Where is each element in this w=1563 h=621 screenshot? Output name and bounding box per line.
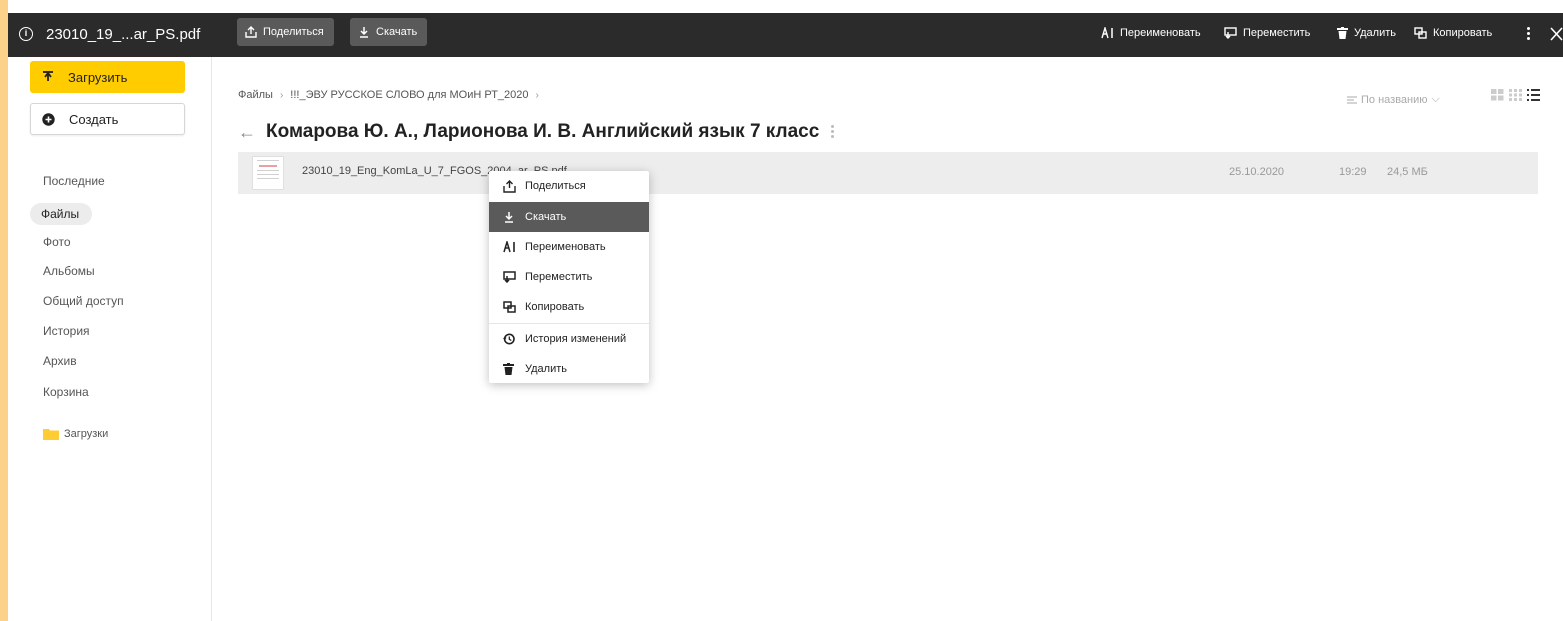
rename-icon (1101, 27, 1114, 39)
ctx-copy-label: Копировать (525, 301, 585, 313)
file-thumbnail (252, 156, 284, 190)
file-size: 24,5 МБ (1387, 166, 1428, 178)
copy-label: Копировать (1433, 27, 1493, 39)
upload-button[interactable]: Загрузить (30, 61, 185, 93)
ctx-download-label: Скачать (525, 211, 567, 223)
file-time: 19:29 (1339, 166, 1367, 178)
trash-icon (503, 363, 519, 375)
move-icon (503, 271, 519, 283)
view-switcher (1486, 89, 1540, 101)
ctx-share[interactable]: Поделиться (489, 171, 649, 201)
app-window: i 23010_19_...ar_PS.pdf Поделиться Скача… (8, 0, 1563, 621)
sidebar-item-archive[interactable]: Архив (30, 350, 91, 372)
move-button[interactable]: Переместить (1224, 27, 1310, 39)
more-icon[interactable] (1525, 25, 1531, 43)
plus-circle-icon (42, 112, 55, 126)
ctx-move[interactable]: Переместить (489, 262, 649, 292)
title-row: ← Комарова Ю. А., Ларионова И. В. Англий… (238, 121, 835, 143)
copy-icon (503, 301, 519, 313)
folder-menu-icon[interactable] (831, 124, 835, 140)
file-date: 25.10.2020 (1229, 166, 1285, 178)
delete-button[interactable]: Удалить (1337, 27, 1396, 39)
move-label: Переместить (1243, 27, 1311, 39)
sidebar-folder-downloads[interactable]: Загрузки (43, 428, 108, 440)
file-title: 23010_19_...ar_PS.pdf (46, 26, 201, 43)
close-icon[interactable] (1548, 24, 1563, 44)
download-icon (360, 27, 368, 38)
sidebar-item-albums[interactable]: Альбомы (30, 260, 109, 282)
delete-label: Удалить (1354, 27, 1396, 39)
download-button[interactable]: Скачать (350, 18, 428, 46)
copy-button[interactable]: Копировать (1414, 27, 1492, 39)
move-icon (1224, 27, 1237, 39)
ctx-delete-label: Удалить (525, 363, 567, 375)
share-button[interactable]: Поделиться (237, 18, 334, 46)
rename-icon (503, 241, 519, 253)
breadcrumb-item-folder[interactable]: !!!_ЭВУ РУССКОЕ СЛОВО для МОиН РТ_2020 (290, 89, 528, 101)
rename-button[interactable]: Переименовать (1101, 27, 1201, 39)
rename-label: Переименовать (1120, 27, 1201, 39)
sort-label: По названию (1361, 93, 1428, 106)
back-arrow-icon[interactable]: ← (238, 122, 256, 142)
sidebar-item-recent[interactable]: Последние (30, 170, 119, 192)
ctx-rename-label: Переименовать (525, 241, 606, 253)
breadcrumb: Файлы › !!!_ЭВУ РУССКОЕ СЛОВО для МОиН Р… (238, 89, 546, 101)
create-button[interactable]: Создать (30, 103, 185, 135)
sidebar-item-shared[interactable]: Общий доступ (30, 290, 138, 312)
small-tiles-icon[interactable] (1509, 89, 1522, 101)
sidebar-item-trash[interactable]: Корзина (30, 381, 103, 403)
copy-icon (1414, 27, 1427, 39)
folder-label: Загрузки (64, 428, 109, 440)
ctx-share-label: Поделиться (525, 180, 586, 192)
share-button-label: Поделиться (263, 26, 324, 38)
ctx-download[interactable]: Скачать (489, 202, 649, 232)
sidebar-item-photos[interactable]: Фото (30, 231, 85, 253)
ctx-history[interactable]: История изменений (489, 324, 649, 354)
sort-dropdown[interactable]: По названию ⌵ (1347, 93, 1440, 106)
ctx-history-label: История изменений (525, 333, 627, 345)
ctx-rename[interactable]: Переименовать (489, 232, 649, 262)
context-menu: Поделиться Скачать Переименовать Перемес… (489, 171, 649, 383)
chevron-right-icon: › (535, 89, 539, 101)
list-view-icon[interactable] (1527, 89, 1540, 101)
share-icon (503, 179, 519, 193)
upload-button-label: Загрузить (68, 69, 128, 85)
share-icon (245, 26, 257, 38)
chevron-right-icon: › (279, 89, 284, 101)
chevron-down-icon: ⌵ (1431, 93, 1440, 105)
upload-icon (43, 71, 53, 81)
info-icon[interactable]: i (19, 27, 33, 41)
file-row[interactable]: 23010_19_Eng_KomLa_U_7_FGOS_2004_ar_PS.p… (238, 152, 1538, 194)
trash-icon (1337, 27, 1348, 39)
ctx-delete[interactable]: Удалить (489, 354, 649, 384)
breadcrumb-item-files[interactable]: Файлы (238, 89, 273, 101)
ctx-copy[interactable]: Копировать (489, 292, 649, 322)
folder-icon (43, 429, 59, 440)
history-icon (503, 333, 519, 345)
sidebar-item-history[interactable]: История (30, 320, 104, 342)
ctx-move-label: Переместить (525, 271, 593, 283)
viewer-toolbar: i 23010_19_...ar_PS.pdf Поделиться Скача… (8, 13, 1563, 57)
sort-icon (1347, 96, 1357, 103)
large-tiles-icon[interactable] (1491, 89, 1504, 101)
download-icon (503, 211, 519, 223)
download-button-label: Скачать (376, 26, 418, 38)
create-button-label: Создать (69, 111, 119, 127)
sidebar: Загрузить Создать Последние Файлы Фото А… (8, 57, 212, 621)
page-title: Комарова Ю. А., Ларионова И. В. Английск… (266, 121, 820, 142)
sidebar-item-files[interactable]: Файлы (30, 203, 93, 225)
